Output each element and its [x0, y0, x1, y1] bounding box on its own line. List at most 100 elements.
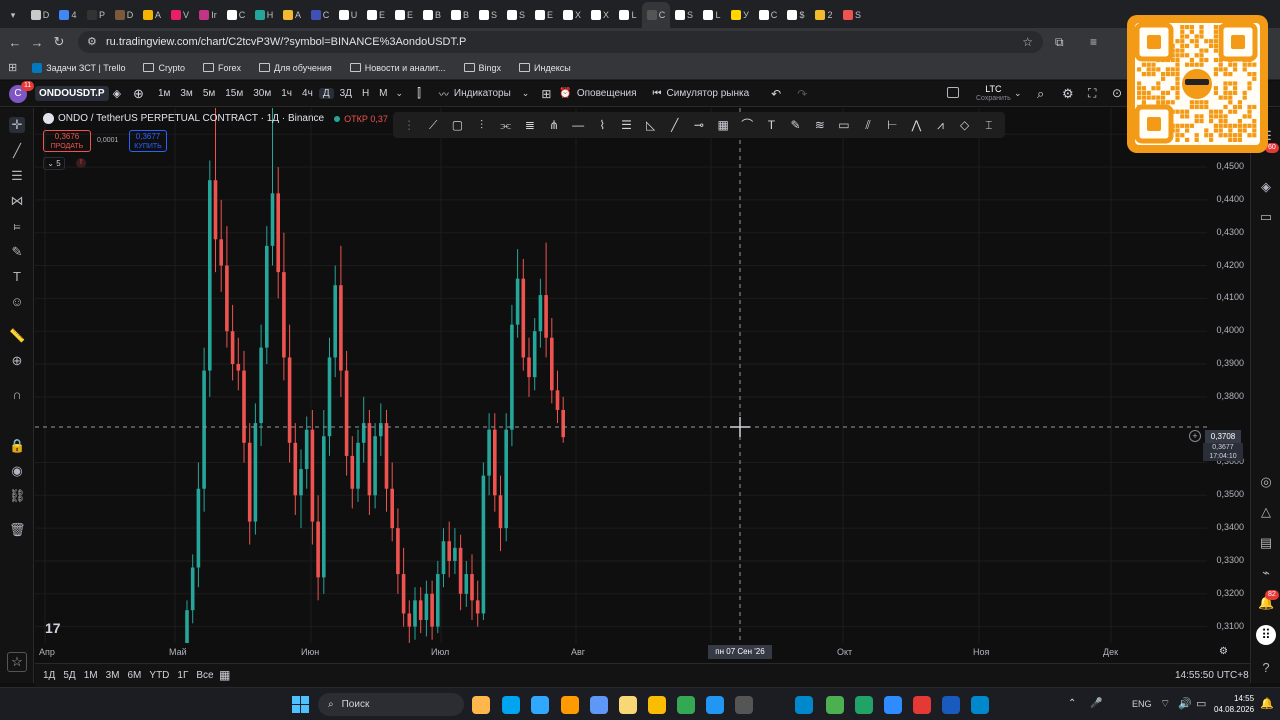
range-button[interactable]: Все: [196, 670, 213, 681]
wifi-icon[interactable]: ⌔: [1160, 697, 1170, 711]
timeframe-button[interactable]: 1м: [154, 88, 174, 99]
browser-tab[interactable]: У: [726, 2, 754, 28]
favorites-star-icon[interactable]: ☆: [7, 652, 27, 672]
range-button[interactable]: 1Д: [43, 670, 55, 681]
browser-tab[interactable]: C: [306, 2, 334, 28]
bookmark-item[interactable]: Bingx: [455, 63, 511, 73]
pitchfork-icon[interactable]: ⋔: [546, 117, 562, 133]
timeframe-button[interactable]: М: [375, 88, 391, 99]
callout-icon[interactable]: ▭: [836, 117, 852, 133]
forecast-icon[interactable]: ⫢: [9, 218, 25, 234]
microphone-icon[interactable]: 🎤: [1090, 698, 1102, 709]
settings-icon[interactable]: ⚙: [1062, 86, 1074, 102]
horizontal-line-icon[interactable]: ⊸: [691, 117, 707, 133]
drag-handle-icon[interactable]: ⋮: [401, 117, 417, 133]
trash-icon[interactable]: 🗑: [9, 522, 26, 538]
vscode-icon[interactable]: [706, 696, 724, 714]
quick-search-icon[interactable]: ⌕: [1037, 86, 1044, 102]
chrome-profile-icon[interactable]: [677, 696, 695, 714]
avatar[interactable]: C 11: [9, 80, 35, 103]
trend-line-tool-icon[interactable]: ╱: [667, 117, 683, 133]
tradingview-logo[interactable]: 17: [45, 620, 61, 636]
url-input[interactable]: ⚙ ru.tradingview.com/chart/C2tcvP3W/?sym…: [78, 31, 1043, 53]
reload-button[interactable]: ↻: [48, 34, 70, 50]
horizontal-ray-icon[interactable]: —: [570, 117, 586, 133]
forward-button[interactable]: →: [26, 35, 48, 50]
fullscreen-icon[interactable]: ⛶: [1088, 86, 1096, 101]
bookmark-item[interactable]: Задачи ЗСТ | Trello: [23, 62, 134, 73]
replay-button[interactable]: ⏮ Симулятор рынка: [645, 88, 758, 99]
indicators-toggle[interactable]: ⌄ 5: [43, 157, 65, 170]
compare-add-icon[interactable]: ⊕: [133, 86, 144, 102]
lock-icon[interactable]: 🔒: [9, 438, 25, 454]
pdf-icon[interactable]: [913, 696, 931, 714]
trend-line-icon[interactable]: ╱: [9, 143, 25, 159]
layers-icon[interactable]: ◈: [1258, 179, 1274, 195]
range-button[interactable]: 3М: [106, 670, 120, 681]
range-button[interactable]: 1Г: [177, 670, 188, 681]
emoji-icon[interactable]: ☺: [9, 294, 25, 310]
xabcd-icon[interactable]: ◇: [957, 117, 973, 133]
taskbar-search[interactable]: ⌕ Поиск: [318, 693, 464, 716]
timeframe-button[interactable]: Д: [318, 88, 334, 99]
elliott-wave-icon[interactable]: ⋀: [908, 117, 924, 133]
parallel-channel-icon[interactable]: ⫘: [498, 117, 514, 133]
timeframe-button[interactable]: 3Д: [336, 88, 356, 99]
browser-tab[interactable]: H: [250, 2, 278, 28]
chat-icon[interactable]: ▭: [1258, 209, 1274, 225]
chart-pane[interactable]: ONDO / TetherUS PERPETUAL CONTRACT · 1Д …: [35, 108, 1207, 643]
timeframe-button[interactable]: 1ч: [277, 88, 296, 99]
rectangle-icon[interactable]: ▢: [449, 117, 465, 133]
apps-grid-icon[interactable]: ⊞: [8, 61, 17, 74]
buy-button[interactable]: 0,3677 КУПИТЬ: [129, 130, 167, 152]
browser-tab[interactable]: B: [418, 2, 446, 28]
bookmark-item[interactable]: Crypto: [134, 63, 194, 73]
browser-tab[interactable]: X: [586, 2, 614, 28]
extensions-icon[interactable]: ⧉: [1055, 35, 1064, 50]
snapshot-icon[interactable]: ⊙: [1112, 86, 1122, 100]
brush-icon[interactable]: ✎: [9, 244, 25, 260]
target-icon[interactable]: ◎: [1258, 474, 1274, 490]
path-icon[interactable]: ⟋: [425, 117, 441, 133]
head-shoulders-icon[interactable]: ⩘: [933, 117, 949, 133]
browser-tab[interactable]: S: [838, 2, 866, 28]
utc-clock[interactable]: 14:55:50 UTC+8: [1175, 670, 1249, 681]
polyline-icon[interactable]: ⌇: [594, 117, 610, 133]
brush-tool-icon[interactable]: ⫽: [860, 117, 876, 133]
browser-tab[interactable]: $: [782, 2, 810, 28]
browser-tab[interactable]: X: [558, 2, 586, 28]
browser-tab[interactable]: 4: [54, 2, 82, 28]
text-tool-icon[interactable]: T: [9, 269, 25, 285]
browser-tab[interactable]: L: [614, 2, 642, 28]
bookmark-item[interactable]: Forex: [194, 63, 250, 73]
photoshop-icon[interactable]: [531, 696, 549, 714]
news-feed-icon[interactable]: ⌁: [1258, 565, 1274, 581]
eye-icon[interactable]: ◉: [9, 463, 25, 479]
browser-tab[interactable]: E: [390, 2, 418, 28]
browser-tab[interactable]: C: [222, 2, 250, 28]
timeframe-button[interactable]: Н: [358, 88, 373, 99]
ruler-icon[interactable]: 📏: [9, 328, 25, 344]
tab-search-button[interactable]: ▾: [0, 2, 26, 28]
axis-settings-icon[interactable]: ⚙: [1219, 646, 1228, 657]
alerts-button[interactable]: ⏰ Оповещения: [551, 88, 644, 99]
warning-icon[interactable]: !: [76, 158, 86, 168]
layout-square-icon[interactable]: [947, 87, 959, 98]
browser-tab[interactable]: S: [670, 2, 698, 28]
goto-date-icon[interactable]: ▦: [219, 668, 230, 682]
templates-grid-icon[interactable]: ⊞: [541, 87, 551, 101]
timeframe-button[interactable]: 15м: [221, 88, 247, 99]
illustrator-icon[interactable]: [561, 696, 579, 714]
price-axis[interactable]: 0,46000,45000,44000,43000,42000,41000,40…: [1189, 108, 1250, 643]
redo-icon[interactable]: ↷: [797, 87, 807, 101]
measure-icon[interactable]: ⌶: [981, 117, 997, 133]
browser-tab[interactable]: E: [530, 2, 558, 28]
symbol-search[interactable]: ONDOUSDT.P: [35, 86, 109, 101]
fib-channel-icon[interactable]: ☰: [618, 117, 634, 133]
text-icon[interactable]: T: [763, 117, 779, 133]
range-button[interactable]: 6М: [128, 670, 142, 681]
ideas-icon[interactable]: △: [1258, 504, 1274, 520]
bookmark-item[interactable]: Новости и аналит...: [341, 63, 455, 73]
browser-tab[interactable]: V: [166, 2, 194, 28]
zoom-in-icon[interactable]: ⊕: [9, 353, 25, 369]
